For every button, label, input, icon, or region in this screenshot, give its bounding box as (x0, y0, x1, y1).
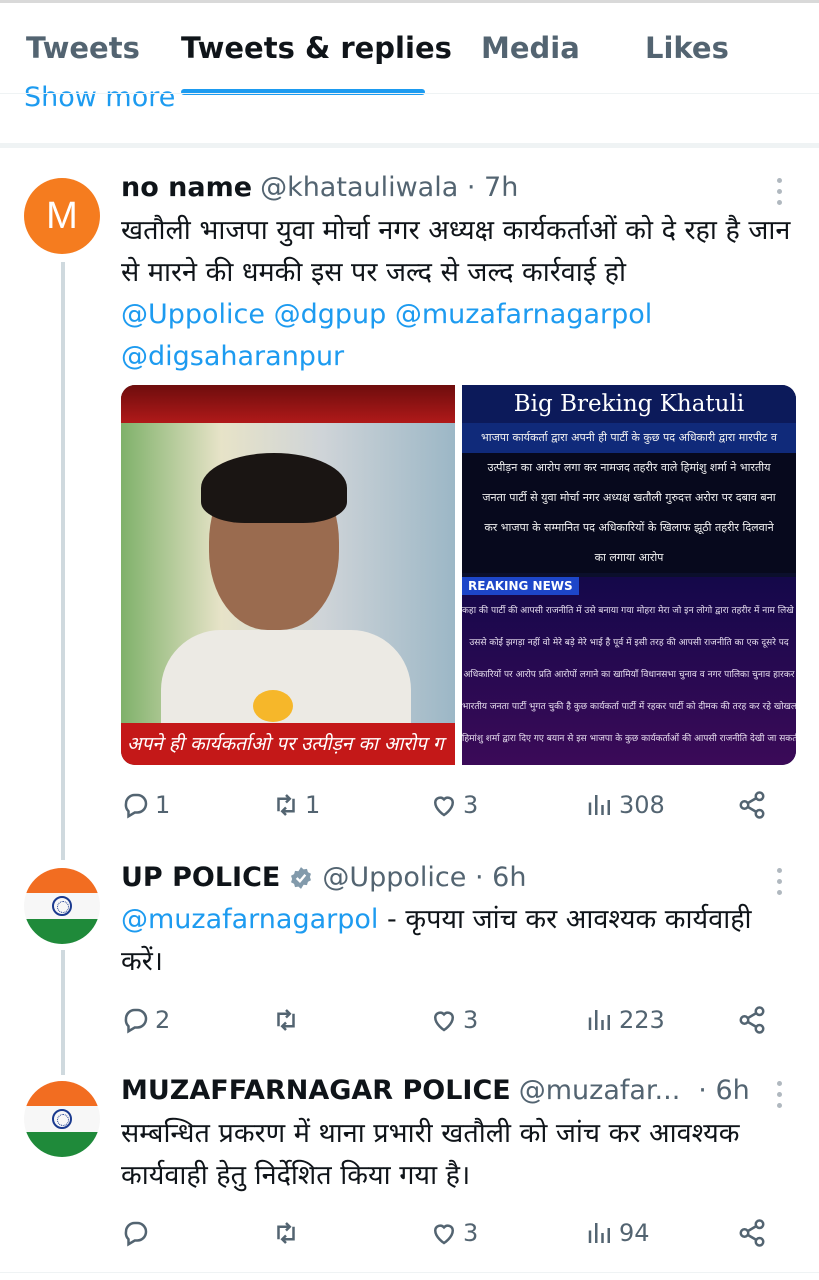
tweet-text: सम्बन्धित प्रकरण में थाना प्रभारी खतौली … (121, 1118, 740, 1191)
like-button[interactable]: 3 (429, 1213, 478, 1253)
analytics-icon (588, 795, 610, 815)
analytics-icon (588, 1223, 610, 1243)
section-divider (0, 143, 819, 148)
avatar-flag[interactable] (24, 1081, 100, 1157)
tab-likes[interactable]: Likes (645, 31, 729, 65)
retweet-button[interactable] (271, 1000, 305, 1040)
tab-tweets[interactable]: Tweets (26, 31, 140, 65)
profile-tabs: Tweets Tweets & replies Media Likes (0, 3, 819, 95)
tab-tweets-and-replies[interactable]: Tweets & replies (181, 31, 452, 65)
retweet-icon (277, 1009, 295, 1031)
news-line: भाजपा कार्यकर्ता द्वारा अपनी ही पार्टी क… (462, 423, 796, 453)
news-small-line: कहा की पार्टी की आपसी राजनीति में उसे बन… (462, 606, 796, 616)
share-icon (739, 1219, 765, 1247)
news-graphic-title: Big Breking Khatuli (462, 385, 796, 423)
timestamp[interactable]: · 6h (698, 1075, 749, 1106)
retweet-count: 1 (305, 791, 321, 819)
show-more-link[interactable]: Show more (24, 82, 175, 108)
reply-count: 2 (155, 1006, 171, 1034)
video-caption: अपने ही कार्यकर्ताओ पर उत्पीड़न का आरोप … (121, 723, 455, 765)
share-icon (739, 791, 765, 819)
microphone-icon (253, 690, 293, 722)
views-button[interactable]: 223 (585, 1000, 665, 1040)
like-button[interactable]: 3 (429, 1000, 478, 1040)
news-small-line: भारतीय जनता पार्टी भुगत चुकी है कुछ कार्… (462, 702, 796, 712)
heart-icon (433, 1011, 455, 1032)
reply-button[interactable]: 2 (121, 1000, 170, 1040)
news-line: का लगाया आरोप (594, 551, 664, 564)
verified-badge-icon (291, 866, 312, 889)
reply-count: 1 (155, 791, 171, 819)
media-image-video-still[interactable]: अपने ही कार्यकर्ताओ पर उत्पीड़न का आरोप … (121, 385, 455, 765)
ashoka-chakra-icon (52, 895, 72, 916)
reply-button[interactable]: 1 (121, 785, 170, 825)
like-button[interactable]: 3 (429, 785, 478, 825)
like-count: 3 (463, 791, 479, 819)
retweet-button[interactable] (271, 1213, 305, 1253)
like-count: 3 (463, 1219, 479, 1247)
tweet-actions: 1 1 3 308 (121, 785, 781, 825)
media-image-news-graphic[interactable]: Big Breking Khatuli भाजपा कार्यकर्ता द्व… (462, 385, 796, 765)
bottom-divider (0, 1272, 819, 1273)
active-tab-indicator (181, 89, 425, 95)
heart-icon (433, 796, 455, 817)
reply-icon (124, 1221, 148, 1247)
tweet-header: UP POLICE @Uppolice · 6h (121, 862, 526, 893)
tweet-actions: 3 94 (121, 1213, 781, 1253)
tweet-header: no name @khatauliwala · 7h (121, 172, 518, 203)
retweet-icon (277, 1222, 295, 1244)
breaking-news-badge: REAKING NEWS (462, 577, 579, 595)
tweet-mentions[interactable]: @Uppolice @dgpup @muzafarnagarpol @digsa… (121, 299, 652, 372)
more-options-icon[interactable] (776, 178, 784, 211)
handle-and-time[interactable]: @khatauliwala · 7h (260, 172, 518, 203)
news-small-line: उससे कोई झगड़ा नहीं वो मेरे बड़े मेरे भा… (469, 638, 789, 648)
tweet-actions: 2 3 223 (121, 1000, 781, 1040)
news-graphic-top-text: भाजपा कार्यकर्ता द्वारा अपनी ही पार्टी क… (462, 423, 796, 573)
share-button[interactable] (737, 1000, 771, 1040)
avatar-flag[interactable] (24, 868, 100, 944)
handle-and-time[interactable]: @Uppolice · 6h (322, 862, 526, 893)
news-small-line: अधिकारियों पर आरोप प्रति आरोपों लगाने का… (463, 670, 795, 680)
handle[interactable]: @muzafar... (519, 1075, 681, 1106)
news-banner (121, 385, 455, 423)
reply-icon (124, 793, 148, 819)
more-options-icon[interactable] (776, 868, 784, 901)
more-options-icon[interactable] (776, 1081, 784, 1114)
news-small-line: हिमांशु शर्मा द्वारा दिए गए बयान से इस भ… (462, 734, 796, 744)
display-name[interactable]: UP POLICE (121, 862, 280, 893)
share-button[interactable] (737, 785, 771, 825)
tabs-divider (0, 93, 819, 94)
news-line: कर भाजपा के सम्मानित पद अधिकारियों के खि… (484, 521, 774, 534)
retweet-icon (277, 794, 295, 816)
views-button[interactable]: 308 (585, 785, 665, 825)
analytics-icon (588, 1010, 610, 1030)
share-icon (739, 1006, 765, 1034)
display-name[interactable]: no name (121, 172, 252, 203)
avatar[interactable]: M (24, 178, 100, 254)
retweet-button[interactable]: 1 (271, 785, 320, 825)
heart-icon (433, 1224, 455, 1245)
tweet-text: खतौली भाजपा युवा मोर्चा नगर अध्यक्ष कार्… (121, 210, 801, 378)
display-name[interactable]: MUZAFFARNAGAR POLICE (121, 1075, 511, 1106)
thread-line (61, 262, 65, 860)
person-hair (201, 453, 347, 523)
tweet-text: @muzafarnagarpol - कृपया जांच कर आवश्यक … (121, 899, 801, 983)
thread-line (61, 950, 65, 1075)
tweet-header: MUZAFFARNAGAR POLICE @muzafar... · 6h (121, 1075, 750, 1106)
view-count: 308 (619, 791, 665, 819)
like-count: 3 (463, 1006, 479, 1034)
reply-icon (124, 1008, 148, 1034)
ashoka-chakra-icon (52, 1108, 72, 1129)
views-button[interactable]: 94 (585, 1213, 650, 1253)
tweet-body: खतौली भाजपा युवा मोर्चा नगर अध्यक्ष कार्… (121, 215, 791, 288)
tweet-mention[interactable]: @muzafarnagarpol (121, 904, 378, 935)
share-button[interactable] (737, 1213, 771, 1253)
news-line: जनता पार्टी से युवा मोर्चा नगर अध्यक्ष ख… (482, 491, 776, 504)
view-count: 223 (619, 1006, 665, 1034)
view-count: 94 (619, 1219, 650, 1247)
reply-button[interactable] (121, 1213, 155, 1253)
news-line: उत्पीड़न का आरोप लगा कर नामजद तहरीर वाले… (487, 461, 771, 474)
news-graphic-bottom: REAKING NEWS कहा की पार्टी की आपसी राजनी… (462, 577, 796, 765)
tab-media[interactable]: Media (481, 31, 580, 65)
